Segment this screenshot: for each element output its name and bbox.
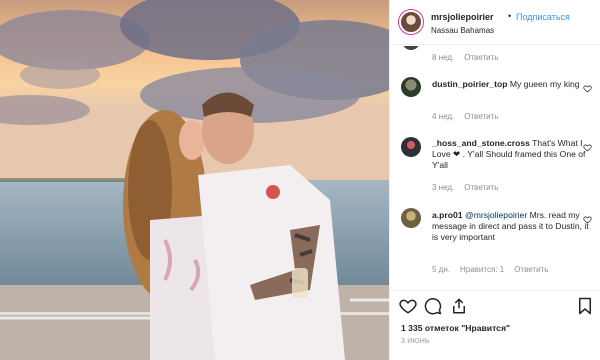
commenter-avatar[interactable] (401, 137, 421, 157)
comment-meta: 5 дн. Нравится: 1 Ответить (432, 265, 548, 274)
comment-like-icon[interactable] (583, 143, 592, 152)
comment-mention[interactable]: @mrsjoliepoirier (465, 210, 527, 220)
author-avatar[interactable] (399, 10, 423, 34)
comment-like-icon[interactable] (583, 215, 592, 224)
comment-meta: 3 нед. Ответить (432, 183, 498, 192)
author-username[interactable]: mrsjoliepoirier (431, 12, 494, 22)
commenter-username[interactable]: _hoss_and_stone.cross (432, 138, 530, 148)
header-separator: • (508, 11, 512, 21)
commenter-username[interactable]: dustin_poirier_top (432, 79, 507, 89)
heart-emoji: ❤ (453, 149, 461, 159)
post-photo[interactable] (0, 0, 389, 360)
comment-meta: 8 нед. Ответить (432, 53, 498, 62)
post-actions: 1 335 отметок "Нравится" 3 ИЮНЬ (390, 290, 600, 360)
post-sidebar: mrsjoliepoirier • Подписаться Nassau Bah… (389, 0, 600, 360)
follow-button[interactable]: Подписаться (516, 12, 570, 22)
reply-button[interactable]: Ответить (464, 53, 498, 62)
comment-icon[interactable] (424, 297, 442, 315)
comments-list[interactable]: 8 нед. Ответить dustin_poirier_top My gue… (390, 46, 600, 290)
comment-time[interactable]: 8 нед. (432, 53, 454, 62)
comment-likes-count[interactable]: Нравится: 1 (460, 265, 504, 274)
couple-kissing-sunset-image (0, 0, 389, 360)
bookmark-icon[interactable] (576, 297, 594, 315)
comment-time[interactable]: 5 дн. (432, 265, 450, 274)
commenter-avatar[interactable] (401, 77, 421, 97)
comment-meta: 4 нед. Ответить (432, 112, 498, 121)
comment-text: a.pro01 @mrsjoliepoirier Mrs. read my me… (432, 210, 592, 243)
comment-time[interactable]: 4 нед. (432, 112, 454, 121)
comment-text: dustin_poirier_top My gueen my king (432, 79, 592, 90)
comment-like-icon[interactable] (583, 84, 592, 93)
post-location[interactable]: Nassau Bahamas (431, 26, 494, 35)
commenter-username[interactable]: a.pro01 (432, 210, 463, 220)
reply-button[interactable]: Ответить (514, 265, 548, 274)
share-icon[interactable] (450, 297, 468, 315)
reply-button[interactable]: Ответить (464, 183, 498, 192)
comment-text: _hoss_and_stone.cross That's What I Love… (432, 138, 592, 171)
commenter-avatar[interactable] (402, 46, 420, 50)
post-date[interactable]: 3 ИЮНЬ (401, 338, 430, 345)
post-header: mrsjoliepoirier • Подписаться Nassau Bah… (390, 0, 600, 45)
heart-outline-icon[interactable] (399, 297, 417, 315)
likes-count[interactable]: 1 335 отметок "Нравится" (401, 323, 510, 333)
comment-time[interactable]: 3 нед. (432, 183, 454, 192)
commenter-avatar[interactable] (401, 208, 421, 228)
comment-body: My gueen my king (509, 79, 580, 89)
reply-button[interactable]: Ответить (464, 112, 498, 121)
